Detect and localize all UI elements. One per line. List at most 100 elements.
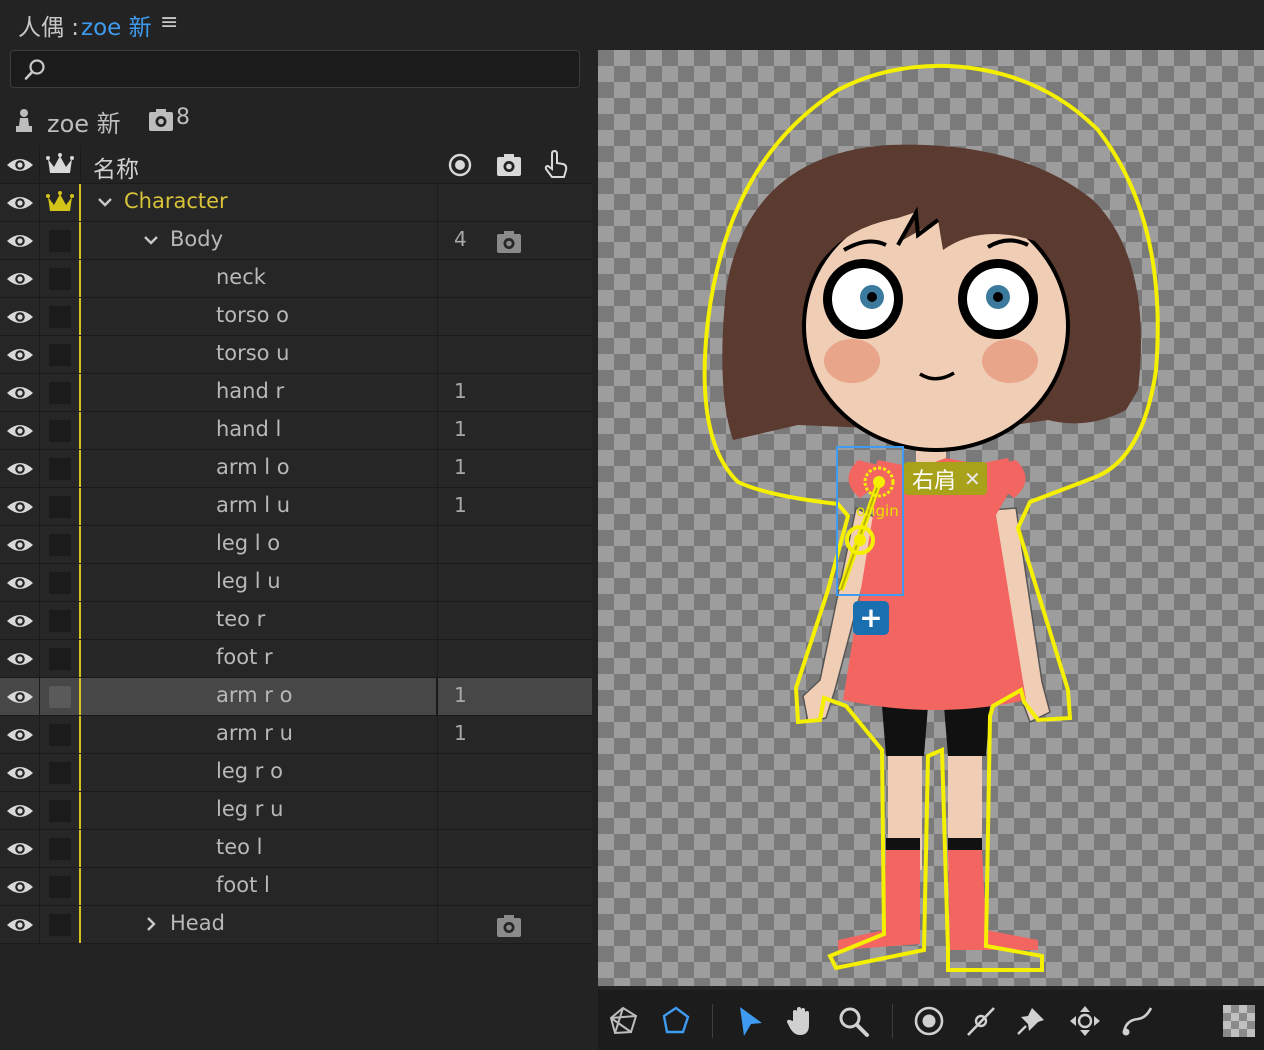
layer-row[interactable]: teo l bbox=[0, 830, 592, 868]
layer-row[interactable]: arm l o 1 bbox=[0, 450, 592, 488]
visibility-toggle[interactable] bbox=[0, 184, 40, 221]
visibility-toggle[interactable] bbox=[0, 260, 40, 297]
visibility-toggle[interactable] bbox=[0, 716, 40, 753]
tag-checkbox[interactable] bbox=[49, 876, 71, 898]
layer-row[interactable]: torso u bbox=[0, 336, 592, 374]
polygon-icon[interactable] bbox=[658, 1004, 692, 1038]
visibility-toggle[interactable] bbox=[0, 868, 40, 905]
layer-row[interactable]: arm r o 1 bbox=[0, 678, 592, 716]
tag-checkbox[interactable] bbox=[49, 610, 71, 632]
tag-toggle[interactable] bbox=[40, 640, 81, 677]
visibility-toggle[interactable] bbox=[0, 412, 40, 449]
layer-name-cell[interactable]: hand l bbox=[81, 412, 438, 449]
layer-name-cell[interactable]: leg l u bbox=[81, 564, 438, 601]
layer-name-cell[interactable]: neck bbox=[81, 260, 438, 297]
layer-name-cell[interactable]: torso u bbox=[81, 336, 438, 373]
visibility-toggle[interactable] bbox=[0, 906, 40, 943]
tag-checkbox[interactable] bbox=[49, 344, 71, 366]
layer-row[interactable]: arm r u 1 bbox=[0, 716, 592, 754]
tag-checkbox[interactable] bbox=[49, 648, 71, 670]
tag-toggle[interactable] bbox=[40, 868, 81, 905]
layer-name-cell[interactable]: leg r o bbox=[81, 754, 438, 791]
tag-toggle[interactable] bbox=[40, 222, 81, 259]
search-input[interactable] bbox=[59, 55, 573, 85]
layer-row[interactable]: foot r bbox=[0, 640, 592, 678]
tag-toggle[interactable] bbox=[40, 754, 81, 791]
tag-checkbox[interactable] bbox=[49, 420, 71, 442]
tag-checkbox[interactable] bbox=[49, 268, 71, 290]
tag-toggle[interactable] bbox=[40, 564, 81, 601]
layer-name-cell[interactable]: hand r bbox=[81, 374, 438, 411]
hamburger-menu-icon[interactable]: ≡ bbox=[160, 10, 178, 35]
visibility-toggle[interactable] bbox=[0, 488, 40, 525]
expander[interactable] bbox=[142, 915, 160, 937]
origin-handle-icon[interactable] bbox=[912, 1004, 946, 1038]
tag-toggle[interactable] bbox=[40, 260, 81, 297]
layer-name-cell[interactable]: leg l o bbox=[81, 526, 438, 563]
tag-checkbox[interactable] bbox=[49, 914, 71, 936]
expander[interactable] bbox=[142, 231, 160, 253]
tag-checkbox[interactable] bbox=[49, 724, 71, 746]
visibility-toggle[interactable] bbox=[0, 564, 40, 601]
search-box[interactable] bbox=[10, 50, 580, 88]
layer-row[interactable]: leg l o bbox=[0, 526, 592, 564]
tag-toggle[interactable] bbox=[40, 678, 81, 715]
layer-row[interactable]: leg r o bbox=[0, 754, 592, 792]
layer-row[interactable]: hand r 1 bbox=[0, 374, 592, 412]
visibility-toggle[interactable] bbox=[0, 298, 40, 335]
tag-checkbox[interactable] bbox=[49, 382, 71, 404]
layer-name-cell[interactable]: Character bbox=[81, 184, 438, 221]
close-icon[interactable]: ✕ bbox=[964, 467, 981, 491]
transparency-grid-icon[interactable] bbox=[1222, 1004, 1256, 1038]
mesh-icon[interactable] bbox=[606, 1004, 640, 1038]
tag-toggle[interactable] bbox=[40, 412, 81, 449]
layer-name-cell[interactable]: arm r o bbox=[81, 678, 438, 715]
layer-row[interactable]: leg l u bbox=[0, 564, 592, 602]
tag-checkbox[interactable] bbox=[49, 686, 71, 708]
tag-toggle[interactable] bbox=[40, 488, 81, 525]
visibility-toggle[interactable] bbox=[0, 602, 40, 639]
layer-row[interactable]: neck bbox=[0, 260, 592, 298]
tag-toggle[interactable] bbox=[40, 792, 81, 829]
visibility-toggle[interactable] bbox=[0, 336, 40, 373]
layer-name-cell[interactable]: teo r bbox=[81, 602, 438, 639]
tag-toggle[interactable] bbox=[40, 602, 81, 639]
tag-checkbox[interactable] bbox=[49, 306, 71, 328]
visibility-toggle[interactable] bbox=[0, 526, 40, 563]
tag-checkbox[interactable] bbox=[49, 800, 71, 822]
add-handle-button[interactable]: + bbox=[853, 601, 889, 635]
layer-name-cell[interactable]: foot l bbox=[81, 868, 438, 905]
dragger-icon[interactable] bbox=[1068, 1004, 1102, 1038]
layer-row[interactable]: leg r u bbox=[0, 792, 592, 830]
layer-name-cell[interactable]: Body bbox=[81, 222, 438, 259]
layer-name-cell[interactable]: torso o bbox=[81, 298, 438, 335]
name-column-header[interactable]: 名称 bbox=[93, 150, 139, 184]
pin-handle-icon[interactable] bbox=[964, 1004, 998, 1038]
layer-name-cell[interactable]: foot r bbox=[81, 640, 438, 677]
layer-name-cell[interactable]: arm r u bbox=[81, 716, 438, 753]
visibility-toggle[interactable] bbox=[0, 792, 40, 829]
tag-toggle[interactable] bbox=[40, 374, 81, 411]
layer-name-cell[interactable]: teo l bbox=[81, 830, 438, 867]
select-arrow-icon[interactable] bbox=[732, 1004, 766, 1038]
layer-row[interactable]: arm l u 1 bbox=[0, 488, 592, 526]
chevron-down-icon[interactable] bbox=[96, 193, 114, 211]
visibility-toggle[interactable] bbox=[0, 754, 40, 791]
layer-name-cell[interactable]: arm l o bbox=[81, 450, 438, 487]
layer-row[interactable]: Character bbox=[0, 184, 592, 222]
tag-checkbox[interactable] bbox=[49, 534, 71, 556]
tag-toggle[interactable] bbox=[40, 298, 81, 335]
layer-name-cell[interactable]: Head bbox=[81, 906, 438, 943]
layer-row[interactable]: torso o bbox=[0, 298, 592, 336]
layer-row[interactable]: hand l 1 bbox=[0, 412, 592, 450]
chevron-down-icon[interactable] bbox=[142, 231, 160, 249]
stick-icon[interactable] bbox=[1014, 1004, 1048, 1038]
visibility-toggle[interactable] bbox=[0, 678, 40, 715]
layer-name-cell[interactable]: arm l u bbox=[81, 488, 438, 525]
tag-checkbox[interactable] bbox=[49, 230, 71, 252]
tag-checkbox[interactable] bbox=[49, 496, 71, 518]
puppet-canvas[interactable]: origin 右肩 ✕ + bbox=[598, 50, 1264, 986]
tag-checkbox[interactable] bbox=[49, 838, 71, 860]
layer-row[interactable]: foot l bbox=[0, 868, 592, 906]
visibility-toggle[interactable] bbox=[0, 450, 40, 487]
